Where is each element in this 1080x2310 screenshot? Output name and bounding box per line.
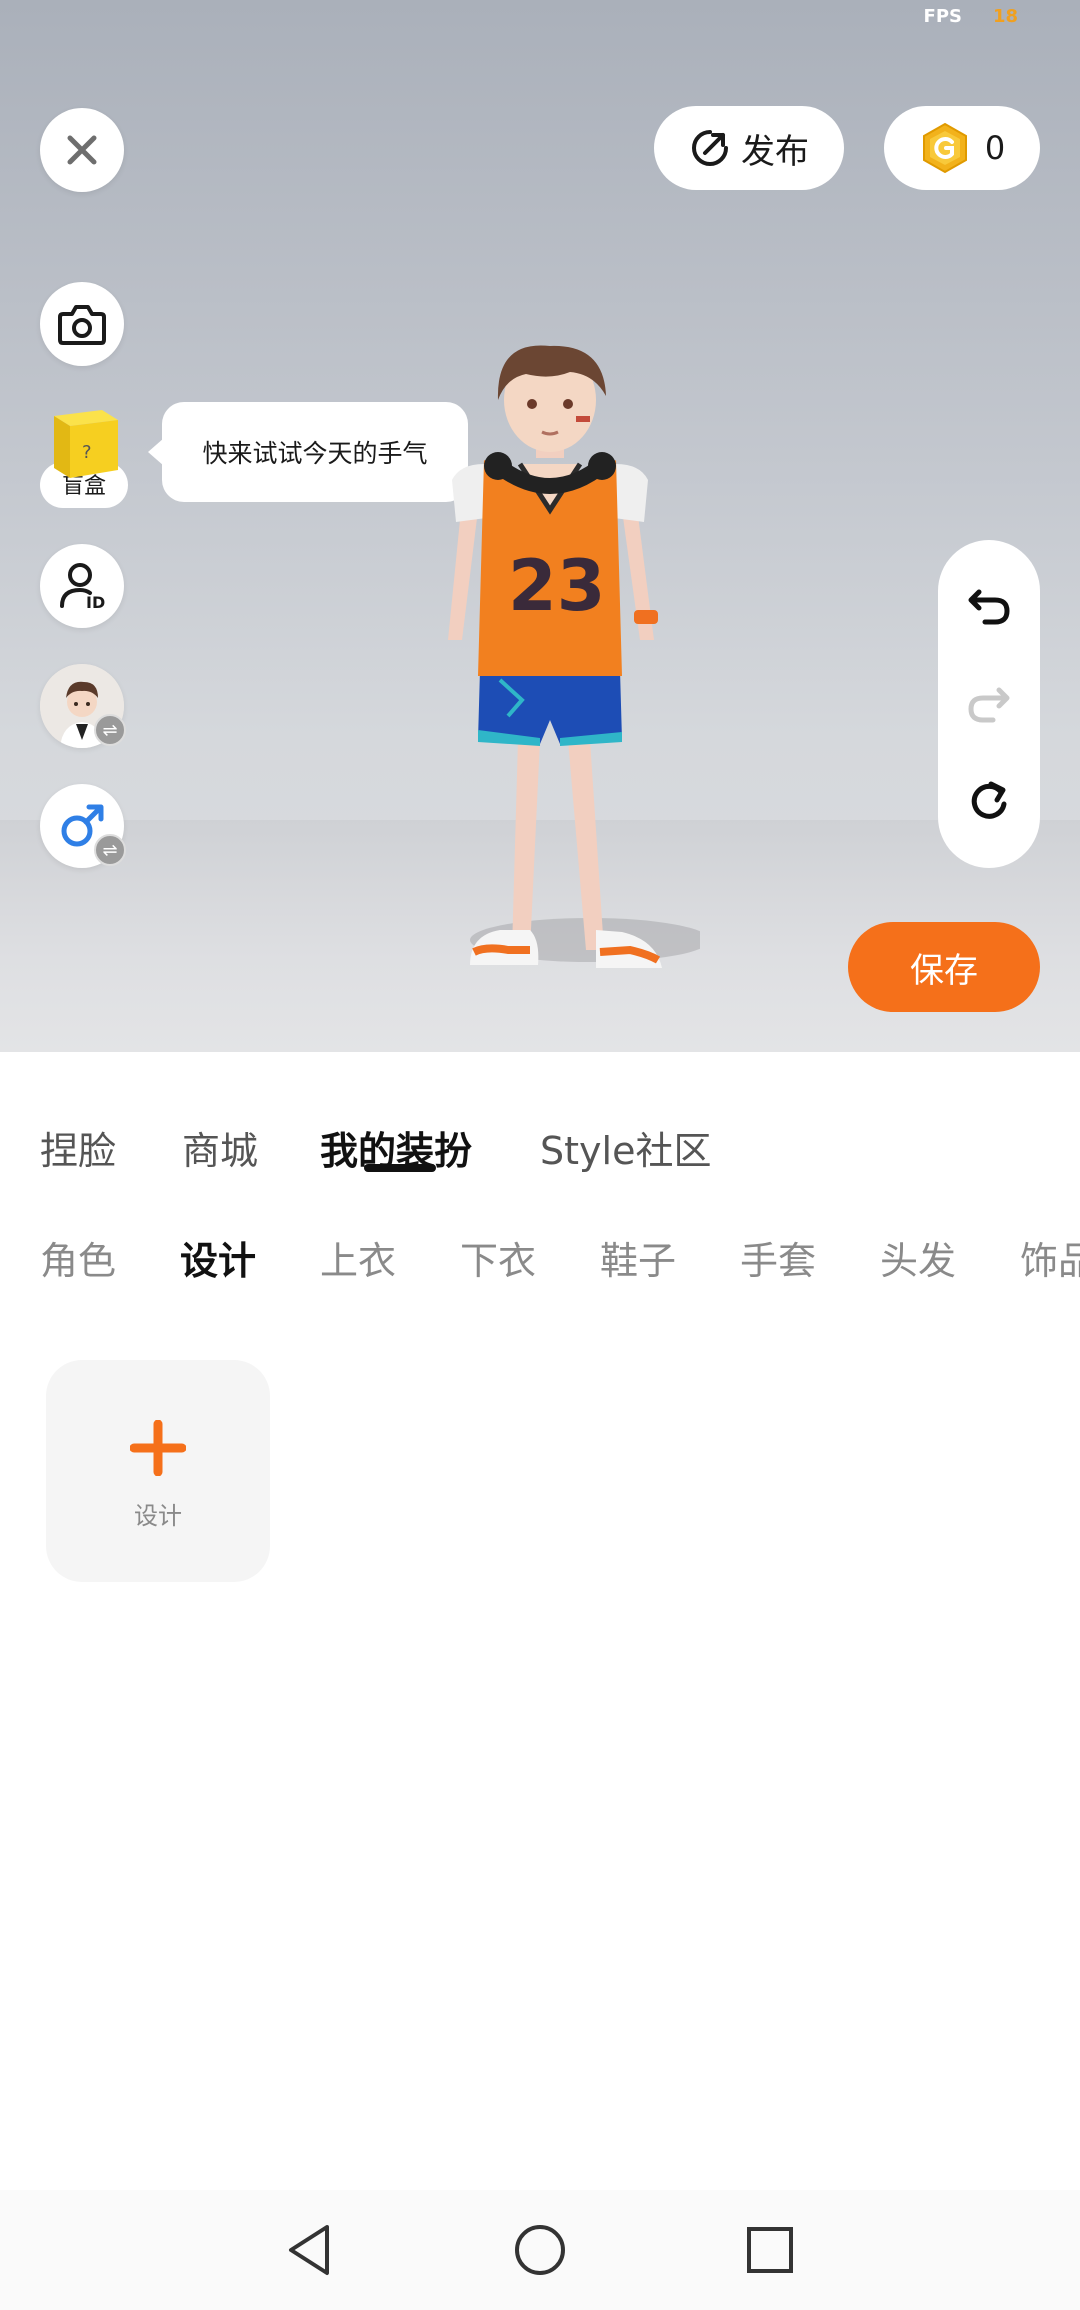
undo-button[interactable] [938,566,1040,646]
main-tabs: 捏脸 商城 我的装扮 Style社区 [0,1052,1080,1202]
undo-icon [968,589,1010,625]
avatar-stage[interactable]: FPS 18 发布 0 盲盒 ? 快来试试今天的手气 ID ⇌ ⇌ 23 保存 [0,0,1080,1052]
recents-button[interactable] [740,2220,800,2280]
blind-box-tip-text: 快来试试今天的手气 [202,439,428,468]
svg-text:23: 23 [508,545,605,627]
swap-gender-icon: ⇌ [94,834,126,866]
category-bottoms[interactable]: 下衣 [460,1230,536,1285]
tab-face[interactable]: 捏脸 [40,1120,116,1175]
category-tabs[interactable]: 角色 设计 上衣 下衣 鞋子 手套 头发 饰品 [0,1202,1080,1322]
svg-text:?: ? [82,442,92,463]
reset-icon [971,781,1007,819]
close-button[interactable] [40,108,124,192]
redo-icon [968,687,1010,723]
camera-button[interactable] [40,282,124,366]
tab-indicator [364,1164,436,1172]
avatar-character: 23 [448,345,700,968]
category-design[interactable]: 设计 [180,1230,256,1285]
fps-label: FPS [923,6,962,27]
history-controls [938,540,1040,868]
tab-store[interactable]: 商城 [182,1120,258,1175]
close-icon [67,135,97,165]
user-id-icon: ID [60,563,105,612]
category-gloves[interactable]: 手套 [740,1230,816,1285]
save-label: 保存 [910,950,978,991]
swap-character-icon: ⇌ [94,714,126,746]
coin-balance[interactable]: 0 [884,106,1040,190]
tab-style-community[interactable]: Style社区 [540,1120,711,1175]
publish-button[interactable]: 发布 [654,106,844,190]
recents-square-icon [747,2227,793,2273]
category-accessories[interactable]: 饰品 [1020,1230,1080,1285]
home-button[interactable] [510,2220,570,2280]
add-design-label: 设计 [134,1502,182,1530]
system-nav-bar [0,2190,1080,2310]
svg-text:ID: ID [86,593,105,612]
back-triangle-icon [289,2225,329,2275]
avatar-id-button[interactable]: ID [40,544,124,628]
coin-icon [922,122,967,174]
category-shoes[interactable]: 鞋子 [600,1230,676,1285]
back-button[interactable] [280,2220,340,2280]
save-button[interactable]: 保存 [848,922,1040,1012]
reset-button[interactable] [938,762,1040,842]
category-tops[interactable]: 上衣 [320,1230,396,1285]
redo-button[interactable] [938,664,1040,744]
plus-icon [130,1420,186,1476]
blind-box-icon: ? [54,410,118,478]
camera-icon [58,305,106,345]
coin-count: 0 [984,129,1006,167]
category-hair[interactable]: 头发 [880,1230,956,1285]
home-circle-icon [515,2225,565,2275]
publish-label: 发布 [741,131,809,172]
category-role[interactable]: 角色 [40,1230,116,1285]
fps-value: 18 [992,6,1018,27]
publish-icon [692,130,728,166]
add-design-card[interactable]: 设计 [46,1360,270,1582]
